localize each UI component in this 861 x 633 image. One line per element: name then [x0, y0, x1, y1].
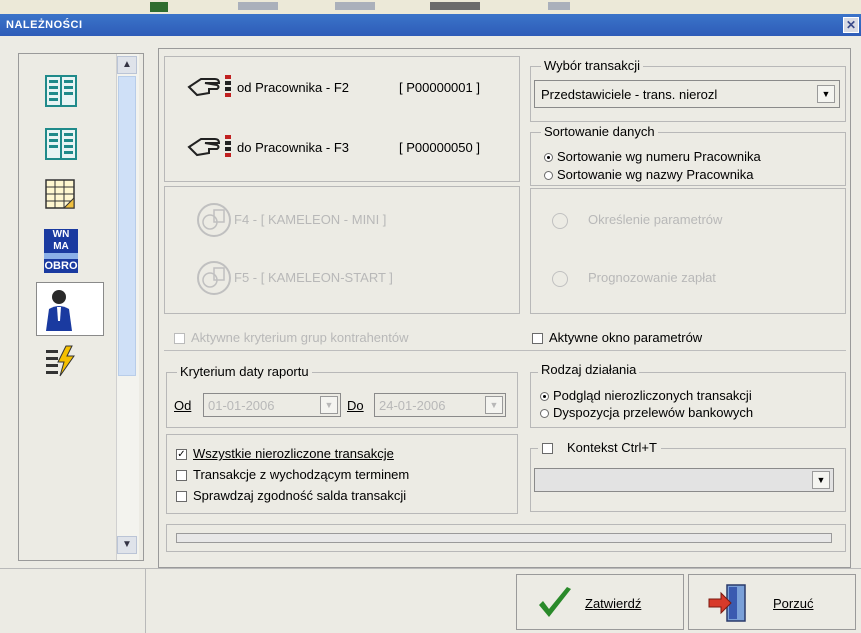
to-employee-row[interactable]: do Pracownika - F3 [ P00000050 ]: [187, 133, 507, 161]
checkbox-icon[interactable]: [532, 333, 543, 345]
context-select[interactable]: ▼: [534, 468, 834, 492]
preview-transactions-label: Podgląd nierozliczonych transakcji: [553, 388, 752, 403]
from-employee-row[interactable]: od Pracownika - F2 [ P00000001 ]: [187, 73, 487, 101]
sort-by-number-option[interactable]: Sortowanie wg numeru Pracownika: [544, 149, 761, 164]
kameleon-start-button[interactable]: F5 - [ KAMELEON-START ]: [196, 260, 456, 296]
chevron-down-icon[interactable]: ▼: [485, 396, 503, 414]
transaction-select[interactable]: Przedstawiciele - trans. nierozl ▼: [534, 80, 840, 108]
bank-transfers-label: Dyspozycja przelewów bankowych: [553, 405, 754, 420]
employee-icon: [46, 290, 72, 331]
forecast-button[interactable]: Prognozowanie zapłat: [552, 270, 716, 287]
all-transactions-label: Wszystkie nierozliczone transakcje: [193, 446, 394, 461]
list-view-icon[interactable]: [44, 74, 78, 111]
date-from-value: 01-01-2006: [208, 398, 275, 413]
table-grid-icon[interactable]: [44, 178, 78, 215]
date-to-input[interactable]: 24-01-2006 ▼: [374, 393, 506, 417]
scroll-up-button[interactable]: ▲: [117, 56, 137, 74]
define-params-button[interactable]: Określenie parametrów: [552, 212, 722, 229]
kameleon-mini-button[interactable]: F4 - [ KAMELEON - MINI ]: [196, 202, 456, 238]
employee-icon-selected[interactable]: [36, 282, 104, 336]
kameleon-start-label: F5 - [ KAMELEON-START ]: [234, 270, 393, 285]
forecast-label: Prognozowanie zapłat: [588, 270, 716, 285]
active-groups-label: Aktywne kryterium grup kontrahentów: [191, 330, 409, 345]
to-employee-label: do Pracownika - F3: [237, 140, 349, 155]
checkbox-icon[interactable]: ✓: [176, 449, 187, 461]
toolbar-icon: [150, 2, 168, 12]
active-params-checkbox[interactable]: Aktywne okno parametrów: [532, 330, 702, 345]
divider: [164, 350, 846, 351]
balance-icon-bottom: OBRO: [44, 259, 78, 273]
scroll-down-button[interactable]: ▼: [117, 536, 137, 554]
transaction-choice-legend: Wybór transakcji: [541, 58, 643, 73]
date-to-label: Do: [347, 398, 364, 413]
radio-icon[interactable]: [540, 392, 549, 402]
bank-transfers-option[interactable]: Dyspozycja przelewów bankowych: [540, 405, 753, 420]
params-group: [530, 188, 846, 314]
checkbox-icon[interactable]: [176, 470, 187, 482]
exit-door-icon: [708, 584, 746, 622]
kameleon-icon: [197, 203, 231, 237]
all-transactions-checkbox[interactable]: ✓ Wszystkie nierozliczone transakcje: [176, 446, 394, 461]
from-employee-label: od Pracownika - F2: [237, 80, 349, 95]
kameleon-icon: [197, 261, 231, 295]
confirm-label: Zatwierdź: [585, 596, 642, 611]
sort-by-name-label: Sortowanie wg nazwy Pracownika: [557, 167, 754, 182]
preview-transactions-option[interactable]: Podgląd nierozliczonych transakcji: [540, 388, 752, 403]
balance-icon-top: WN MA: [44, 229, 78, 253]
sort-by-number-label: Sortowanie wg numeru Pracownika: [557, 149, 761, 164]
checkmark-icon: [539, 587, 571, 617]
date-criteria-legend: Kryterium daty raportu: [177, 364, 312, 379]
radio-icon[interactable]: [540, 409, 549, 419]
scroll-thumb[interactable]: [118, 76, 136, 376]
toolbar-icon: [335, 2, 375, 10]
date-to-value: 24-01-2006: [379, 398, 446, 413]
list-view-icon-2[interactable]: [44, 127, 78, 164]
active-groups-checkbox[interactable]: Aktywne kryterium grup kontrahentów: [174, 330, 408, 345]
ctrl-t-checkbox[interactable]: Kontekst Ctrl+T: [538, 440, 661, 455]
action-type-legend: Rodzaj działania: [538, 362, 640, 377]
date-from-label: Od: [174, 398, 192, 413]
pointing-hand-icon: [187, 135, 231, 157]
from-employee-code: [ P00000001 ]: [399, 80, 480, 95]
sort-by-name-option[interactable]: Sortowanie wg nazwy Pracownika: [544, 167, 754, 182]
gear-icon: [552, 270, 568, 287]
window-title-bar[interactable]: NALEŻNOŚCI: [0, 14, 861, 36]
expiring-transactions-checkbox[interactable]: Transakcje z wychodzącym terminem: [176, 467, 409, 482]
toolbar-icon: [238, 2, 278, 10]
active-params-label: Aktywne okno parametrów: [549, 330, 703, 345]
checkbox-icon[interactable]: [176, 491, 187, 503]
chevron-down-icon[interactable]: ▼: [812, 471, 830, 489]
date-from-input[interactable]: 01-01-2006 ▼: [203, 393, 341, 417]
define-params-label: Określenie parametrów: [588, 212, 723, 227]
chevron-down-icon[interactable]: ▼: [320, 396, 338, 414]
checkbox-icon[interactable]: [174, 333, 185, 345]
check-balance-label: Sprawdzaj zgodność salda transakcji: [193, 488, 407, 503]
confirm-button[interactable]: Zatwierdź: [516, 574, 684, 630]
toolbar-icon: [548, 2, 570, 10]
balance-icon[interactable]: WN MA OBRO: [44, 229, 78, 273]
kameleon-mini-label: F4 - [ KAMELEON - MINI ]: [234, 212, 387, 227]
ctrl-t-label: Kontekst Ctrl+T: [567, 440, 657, 455]
radio-icon[interactable]: [544, 171, 553, 181]
close-button[interactable]: ✕: [843, 17, 859, 33]
sorting-legend: Sortowanie danych: [541, 124, 658, 139]
checkbox-icon[interactable]: [542, 443, 553, 455]
chevron-down-icon[interactable]: ▼: [817, 85, 835, 103]
gear-icon: [552, 212, 568, 229]
toolbar-icon: [430, 2, 480, 10]
pointing-hand-icon: [187, 75, 231, 97]
background-strip: [0, 0, 861, 14]
transaction-select-value: Przedstawiciele - trans. nierozl: [541, 87, 718, 102]
divider: [0, 568, 861, 569]
cancel-button[interactable]: Porzuć: [688, 574, 856, 630]
lightning-list-icon[interactable]: [44, 344, 78, 381]
radio-icon[interactable]: [544, 153, 553, 163]
cancel-label: Porzuć: [773, 596, 814, 611]
window-title: NALEŻNOŚCI: [6, 19, 83, 31]
expiring-transactions-label: Transakcje z wychodzącym terminem: [193, 467, 410, 482]
progress-bar: [176, 533, 832, 543]
to-employee-code: [ P00000050 ]: [399, 140, 480, 155]
divider: [145, 568, 146, 633]
check-balance-checkbox[interactable]: Sprawdzaj zgodność salda transakcji: [176, 488, 406, 503]
